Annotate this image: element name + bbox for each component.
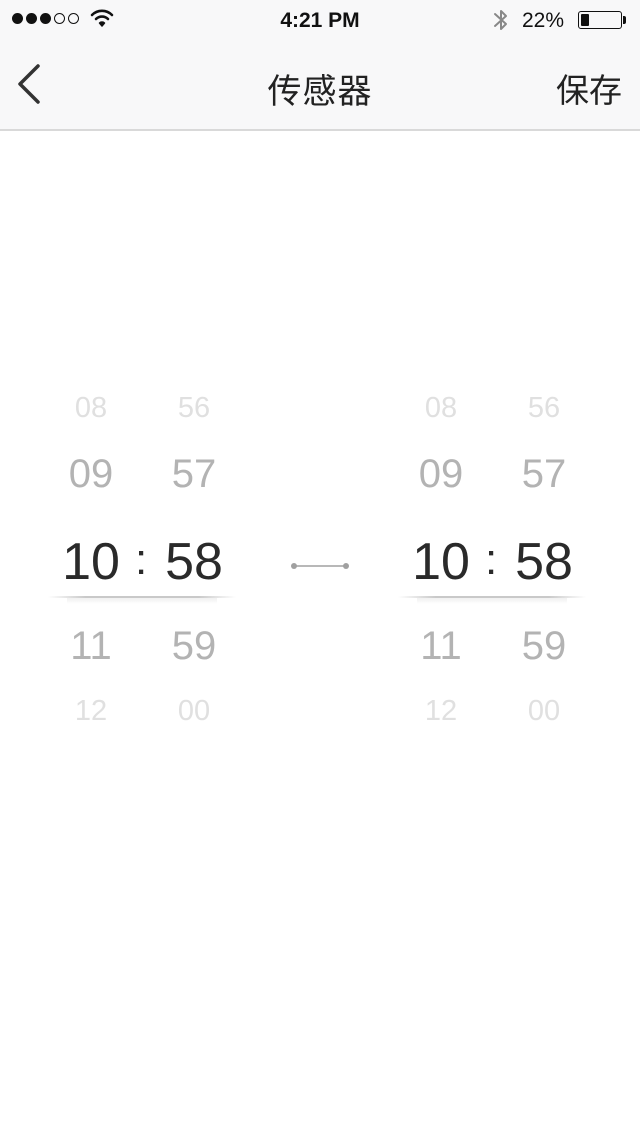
- hour-option[interactable]: 09: [46, 452, 136, 497]
- battery-icon: [578, 11, 622, 29]
- minute-selected[interactable]: 58: [499, 532, 589, 592]
- minute-option[interactable]: 59: [499, 624, 589, 669]
- minute-option[interactable]: 00: [499, 695, 589, 728]
- hour-wheel[interactable]: 08 09 10 11 12: [46, 380, 136, 740]
- hour-option[interactable]: 08: [396, 392, 486, 425]
- minute-option[interactable]: 59: [149, 624, 239, 669]
- battery-percent: 22%: [522, 9, 565, 32]
- minute-option[interactable]: 56: [149, 392, 239, 425]
- hour-option[interactable]: 08: [46, 392, 136, 425]
- hour-option[interactable]: 12: [46, 695, 136, 728]
- nav-bar: 传感器 保存: [0, 40, 640, 131]
- status-bar: 4:21 PM 22%: [0, 0, 640, 40]
- hour-option[interactable]: 11: [46, 624, 136, 669]
- end-time-picker[interactable]: 08 09 10 11 12 : 56 57 58 59 00: [392, 380, 592, 740]
- hour-wheel[interactable]: 08 09 10 11 12: [396, 380, 486, 740]
- minute-selected[interactable]: 58: [149, 532, 239, 592]
- battery-nub: [623, 16, 626, 24]
- minute-wheel[interactable]: 56 57 58 59 00: [499, 380, 589, 740]
- hour-option[interactable]: 11: [396, 624, 486, 669]
- minute-option[interactable]: 56: [499, 392, 589, 425]
- minute-option[interactable]: 57: [499, 452, 589, 497]
- hour-selected[interactable]: 10: [46, 532, 136, 592]
- time-separator: :: [135, 535, 148, 584]
- minute-option[interactable]: 57: [149, 452, 239, 497]
- start-time-picker[interactable]: 08 09 10 11 12 : 56 57 58 59 00: [42, 380, 242, 740]
- minute-option[interactable]: 00: [149, 695, 239, 728]
- hour-option[interactable]: 09: [396, 452, 486, 497]
- range-connector: [291, 563, 349, 569]
- battery-fill: [581, 14, 589, 26]
- minute-wheel[interactable]: 56 57 58 59 00: [149, 380, 239, 740]
- selection-underline: [398, 596, 586, 604]
- hour-option[interactable]: 12: [396, 695, 486, 728]
- bluetooth-icon: [494, 10, 507, 30]
- hour-selected[interactable]: 10: [396, 532, 486, 592]
- page-title: 传感器: [267, 73, 373, 111]
- time-separator: :: [485, 535, 498, 584]
- save-button[interactable]: 保存: [556, 64, 622, 112]
- selection-underline: [48, 596, 236, 604]
